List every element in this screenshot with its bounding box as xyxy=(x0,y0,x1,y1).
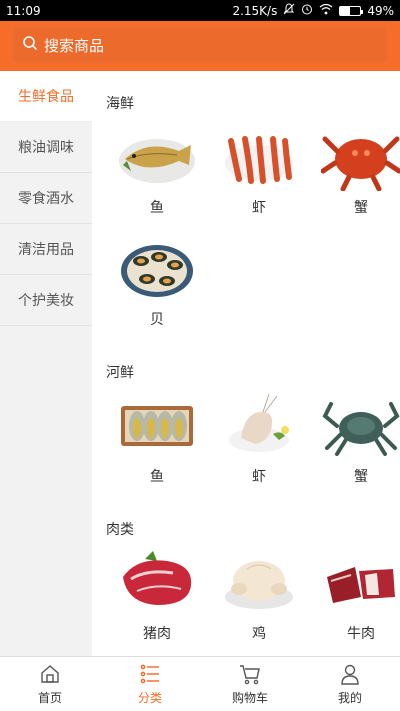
tab-home-label: 首页 xyxy=(37,690,62,705)
product-item[interactable]: 鸡 xyxy=(208,539,310,651)
product-label: 鸡 xyxy=(252,626,266,642)
product-label: 蟹 xyxy=(354,469,368,485)
tab-category[interactable]: 分类 xyxy=(100,657,200,711)
product-label: 贝 xyxy=(150,312,164,328)
home-icon xyxy=(41,664,59,683)
product-label: 虾 xyxy=(252,469,266,485)
product-item[interactable]: 牛肉 xyxy=(310,539,400,651)
product-item[interactable]: 蟹 xyxy=(310,382,400,494)
section-title-meat: 肉类 xyxy=(106,522,134,538)
tab-category-label: 分类 xyxy=(137,690,162,705)
product-label: 鱼 xyxy=(150,200,164,216)
product-item[interactable]: 猪肉 xyxy=(106,539,208,651)
product-label: 鱼 xyxy=(150,469,164,485)
category-content: 海鲜 鱼 虾 蟹 贝 河鲜 鱼 虾 蟹 肉类 猪肉 鸡 牛肉 xyxy=(92,71,400,656)
network-speed: 2.15K/s xyxy=(232,3,278,18)
freshwater-grid: 鱼 虾 蟹 xyxy=(106,382,400,494)
status-bar: 11:09 2.15K/s 49% xyxy=(0,0,400,21)
shrimp-icon xyxy=(225,136,293,184)
status-time: 11:09 xyxy=(6,3,41,18)
beef-icon xyxy=(327,567,395,603)
battery-percent: 49% xyxy=(367,3,394,18)
header: 搜索商品 xyxy=(0,21,400,71)
product-label: 牛肉 xyxy=(347,626,375,642)
cart-icon xyxy=(240,664,260,684)
section-title-seafood: 海鲜 xyxy=(106,96,134,112)
alarm-icon xyxy=(301,3,313,18)
pork-icon xyxy=(123,551,192,605)
river-crab-icon xyxy=(322,402,400,456)
mute-icon xyxy=(283,3,295,18)
sidebar-item-fresh-food[interactable]: 生鲜食品 xyxy=(0,71,92,122)
search-input[interactable]: 搜索商品 xyxy=(12,27,388,63)
tab-profile[interactable]: 我的 xyxy=(300,657,400,711)
sidebar-item-snacks-drinks[interactable]: 零食酒水 xyxy=(0,173,92,224)
category-sidebar: 生鲜食品 粮油调味 零食酒水 清洁用品 个护美妆 xyxy=(0,71,92,656)
profile-icon xyxy=(341,664,359,685)
tab-cart-label: 购物车 xyxy=(231,690,268,705)
river-fish-icon xyxy=(121,406,193,446)
bottom-tab-bar: 首页 分类 购物车 我的 xyxy=(0,656,400,711)
fish-icon xyxy=(119,139,195,183)
mussel-icon xyxy=(121,245,193,297)
search-placeholder: 搜索商品 xyxy=(44,36,105,55)
sidebar-item-personal-care[interactable]: 个护美妆 xyxy=(0,275,92,326)
sidebar-item-grain-oil[interactable]: 粮油调味 xyxy=(0,122,92,173)
tab-cart[interactable]: 购物车 xyxy=(200,657,300,711)
product-item[interactable]: 蟹 xyxy=(310,113,400,225)
product-label: 猪肉 xyxy=(143,626,171,642)
product-item[interactable]: 鱼 xyxy=(106,382,208,494)
battery-icon xyxy=(339,5,364,16)
product-label: 虾 xyxy=(252,200,266,216)
product-item[interactable]: 鱼 xyxy=(106,113,208,225)
seafood-grid: 鱼 虾 蟹 贝 xyxy=(106,113,400,337)
battery-level-fill xyxy=(340,6,351,15)
wifi-icon xyxy=(319,3,333,18)
meat-grid: 猪肉 鸡 牛肉 xyxy=(106,539,400,651)
status-indicators: 2.15K/s 49% xyxy=(232,3,394,18)
sidebar-item-cleaning[interactable]: 清洁用品 xyxy=(0,224,92,275)
section-title-freshwater: 河鲜 xyxy=(106,365,134,381)
tab-home[interactable]: 首页 xyxy=(0,657,100,711)
product-item[interactable]: 虾 xyxy=(208,113,310,225)
river-shrimp-icon xyxy=(229,393,289,452)
tab-profile-label: 我的 xyxy=(337,690,362,705)
search-icon xyxy=(22,35,38,55)
chicken-icon xyxy=(225,561,293,609)
product-item[interactable]: 贝 xyxy=(106,225,208,337)
category-list-icon xyxy=(140,664,159,683)
king-crab-icon xyxy=(321,136,400,191)
product-label: 蟹 xyxy=(354,200,368,216)
product-item[interactable]: 虾 xyxy=(208,382,310,494)
